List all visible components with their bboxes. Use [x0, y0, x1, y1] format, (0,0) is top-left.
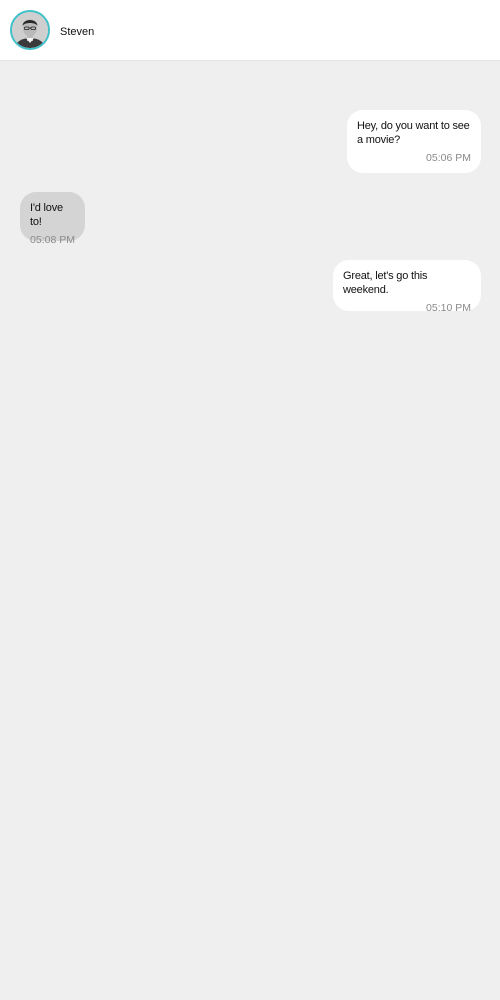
message-text: Great, let's go this weekend. — [343, 270, 428, 296]
message-bubble-outgoing[interactable]: Hey, do you want to see a movie? 05:06 P… — [347, 110, 481, 173]
message-time: 05:08 PM — [30, 234, 75, 246]
message-list[interactable]: Hey, do you want to see a movie? 05:06 P… — [0, 61, 500, 1000]
chat-header: Steven — [0, 0, 500, 61]
message-text: Hey, do you want to see a movie? — [357, 120, 470, 146]
message-bubble-incoming[interactable]: I'd love to! 05:08 PM — [20, 192, 85, 246]
message-bubble-outgoing[interactable]: Great, let's go this weekend. 05:10 PM — [333, 260, 481, 314]
person-avatar-icon — [12, 12, 48, 48]
message-time: 05:10 PM — [426, 302, 471, 314]
contact-avatar[interactable] — [10, 10, 50, 50]
message-time: 05:06 PM — [426, 152, 471, 164]
contact-name: Steven — [60, 26, 95, 38]
message-text: I'd love to! — [30, 202, 63, 228]
